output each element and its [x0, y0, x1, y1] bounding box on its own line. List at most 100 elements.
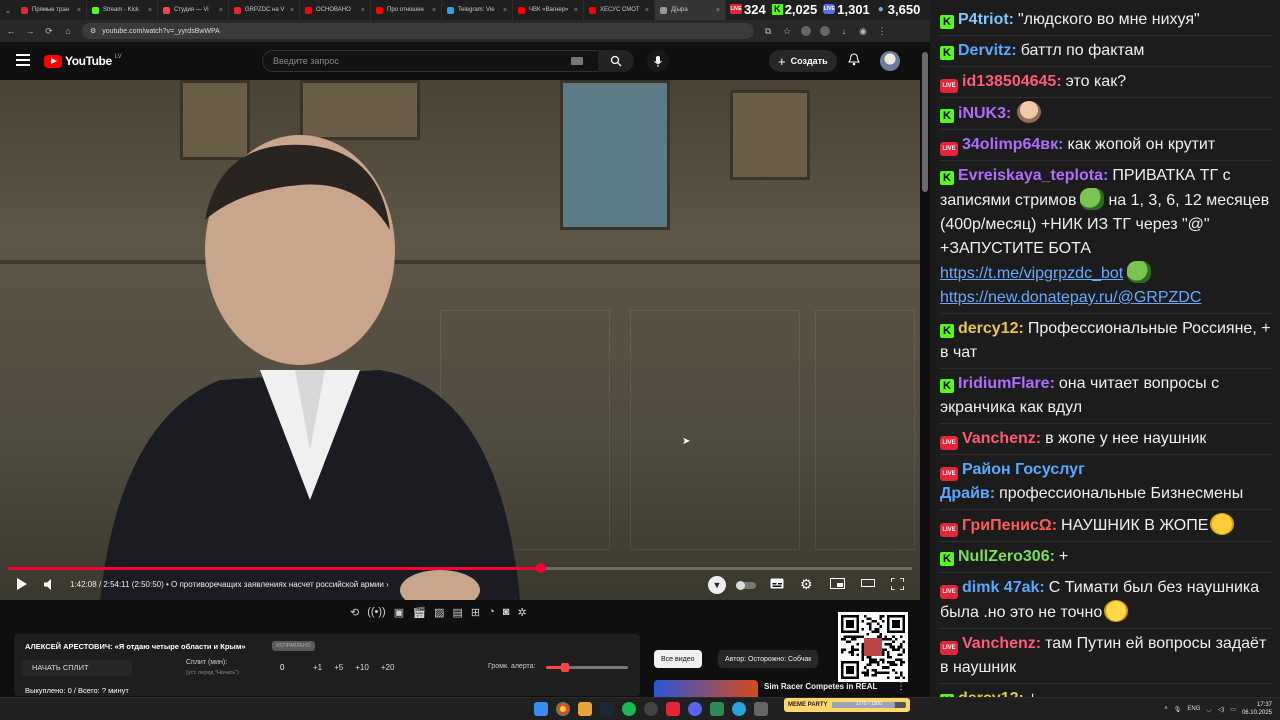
chat-link[interactable]: https://new.donatepay.ru/@GRPZDC: [940, 289, 1201, 306]
spotify-icon[interactable]: [622, 702, 636, 716]
broadcast-icon[interactable]: ((•)): [367, 606, 386, 619]
browser-tab[interactable]: GRPZDC на V ×: [229, 0, 300, 20]
bookmark-icon[interactable]: ☆: [782, 26, 792, 37]
increment-button[interactable]: +20: [381, 663, 395, 672]
clock[interactable]: 17:37 06.10.2025: [1242, 701, 1272, 717]
miniplayer-icon[interactable]: [830, 578, 845, 589]
battery-icon[interactable]: ▭: [1230, 706, 1236, 713]
install-icon[interactable]: ⧉: [763, 26, 773, 37]
steam-icon[interactable]: [600, 702, 614, 716]
avatar[interactable]: [880, 51, 900, 71]
tab-close-icon[interactable]: ×: [290, 7, 294, 14]
youtube-logo[interactable]: YouTube LV: [44, 54, 122, 68]
chrome-icon[interactable]: [556, 702, 570, 716]
create-button[interactable]: + Создать: [769, 50, 837, 72]
chevron-right-icon[interactable]: ›: [386, 580, 389, 589]
start-icon[interactable]: [534, 702, 548, 716]
chat-username[interactable]: IridiumFlare:: [958, 375, 1055, 392]
mic-tray-icon[interactable]: 🎙︎: [1174, 706, 1182, 713]
start-split-button[interactable]: НАЧАТЬ СПЛИТ: [22, 660, 132, 676]
search-input[interactable]: [263, 56, 563, 66]
site-info-icon[interactable]: ⚙: [90, 27, 96, 35]
home-icon[interactable]: ⌂: [63, 26, 73, 36]
telegram-icon[interactable]: [732, 702, 746, 716]
chat-username[interactable]: ГриПенисΩ:: [962, 517, 1057, 534]
tab-all-videos[interactable]: Все видео: [654, 650, 702, 668]
chevron-up-icon[interactable]: ˄: [1164, 706, 1168, 712]
chat-username[interactable]: dimk 47ak:: [962, 579, 1045, 596]
keyboard-icon[interactable]: [571, 57, 583, 65]
search-box[interactable]: [262, 50, 632, 72]
page-scrollbar[interactable]: [920, 42, 930, 697]
tab-close-icon[interactable]: ×: [645, 7, 649, 14]
tab-close-icon[interactable]: ×: [503, 7, 507, 14]
chat-username[interactable]: iNUK3:: [958, 105, 1011, 122]
settings-icon[interactable]: ⚙: [800, 576, 813, 593]
discord-icon[interactable]: [688, 702, 702, 716]
chat-panel[interactable]: K P4triot: "людского во мне нихуя" K Dervitz…: [930, 0, 1280, 700]
tab-close-icon[interactable]: ×: [77, 7, 81, 14]
chapter-title[interactable]: О противоречащих заявлениях насчет росси…: [171, 580, 384, 589]
back-icon[interactable]: ←: [6, 26, 16, 36]
browser-tab[interactable]: Про отношен ×: [371, 0, 442, 20]
video-progress-bar[interactable]: [8, 563, 912, 573]
screenshot-icon[interactable]: ◙: [503, 606, 510, 619]
scrollbar-thumb[interactable]: [922, 52, 928, 192]
tab-close-icon[interactable]: ×: [432, 7, 436, 14]
cinema-icon[interactable]: ▣: [394, 606, 404, 619]
app-icon[interactable]: [754, 702, 768, 716]
obs-icon[interactable]: [644, 702, 658, 716]
chat-username[interactable]: 34olimp64вк:: [962, 136, 1063, 153]
browser-menu-icon[interactable]: ⋮: [877, 26, 887, 37]
extension-icon[interactable]: [801, 26, 811, 36]
volume-icon[interactable]: [44, 579, 56, 590]
speaker-icon[interactable]: ◁): [1218, 706, 1225, 713]
browser-tab[interactable]: ЧВК «Вагнер» ×: [513, 0, 584, 20]
mic-button[interactable]: [647, 50, 669, 72]
chat-username[interactable]: id138504645:: [962, 73, 1062, 90]
film-icon[interactable]: ▤: [453, 606, 463, 619]
speed-icon[interactable]: ◔: [488, 606, 495, 619]
tab-close-icon[interactable]: ×: [219, 7, 223, 14]
chat-username[interactable]: P4triot:: [958, 11, 1014, 28]
clapper-icon[interactable]: 🎬︎: [412, 606, 426, 619]
browser-tab[interactable]: ОСНОВАНО ×: [300, 0, 371, 20]
profile-icon[interactable]: ◉: [858, 26, 868, 37]
increment-button[interactable]: +5: [334, 663, 343, 672]
browser-tab[interactable]: Прямые тран ×: [16, 0, 87, 20]
tab-close-icon[interactable]: ×: [148, 7, 152, 14]
tab-author-videos[interactable]: Автор: Осторожно: Собчак: [718, 650, 819, 668]
browser-tab[interactable]: Д[ыра ×: [655, 0, 726, 20]
autoplay-toggle[interactable]: [736, 581, 756, 590]
browser-tab[interactable]: Студия — Vi ×: [158, 0, 229, 20]
browser-tab[interactable]: ХЕСУС СМОТ ×: [584, 0, 655, 20]
play-icon[interactable]: [16, 578, 27, 590]
subtitles-icon[interactable]: [770, 578, 784, 589]
tab-close-icon[interactable]: ×: [574, 7, 578, 14]
notifications-bell-icon[interactable]: [848, 53, 860, 69]
tab-close-icon[interactable]: ×: [716, 7, 720, 14]
extension-shield-icon[interactable]: ▼: [708, 576, 726, 594]
chat-username[interactable]: Dervitz:: [958, 42, 1017, 59]
reload-icon[interactable]: ⟳: [44, 26, 54, 37]
language-indicator[interactable]: ENG: [1187, 706, 1200, 712]
tab-search-icon[interactable]: ⌄: [0, 0, 16, 20]
chat-username[interactable]: Vanchenz:: [962, 635, 1041, 652]
gear-icon[interactable]: ✲: [517, 606, 526, 619]
picture-icon[interactable]: ▨: [434, 606, 444, 619]
chat-link[interactable]: https://t.me/vipgrpzdc_bot: [940, 265, 1123, 282]
url-field[interactable]: ⚙ youtube.com/watch?v=_yyrdsBwWPA: [82, 23, 754, 39]
theater-icon[interactable]: [861, 578, 875, 588]
folder-icon[interactable]: [578, 702, 592, 716]
chat-username[interactable]: Evreiskaya_teplota:: [958, 167, 1108, 184]
chat-username[interactable]: Vanchenz:: [962, 430, 1041, 447]
video-player[interactable]: ➤: [0, 80, 920, 600]
forward-icon[interactable]: →: [25, 26, 35, 36]
related-video-thumbnail[interactable]: [654, 680, 758, 697]
extension-icon[interactable]: [820, 26, 830, 36]
split-value[interactable]: 0: [280, 663, 284, 672]
menu-icon[interactable]: [16, 54, 30, 66]
app-icon[interactable]: [710, 702, 724, 716]
increment-button[interactable]: +10: [355, 663, 369, 672]
browser-tab[interactable]: Stream - Kick ×: [87, 0, 158, 20]
